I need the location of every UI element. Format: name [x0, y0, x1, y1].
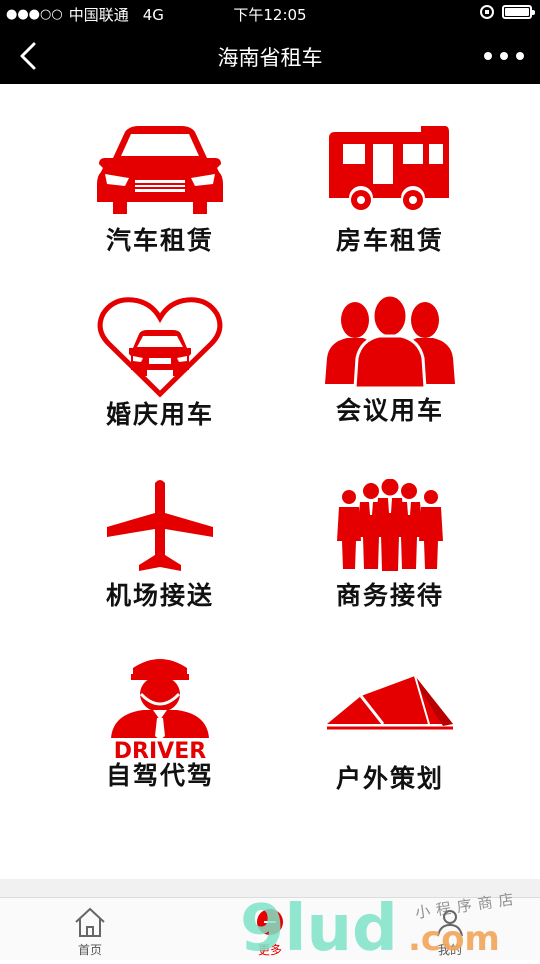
- tab-mine[interactable]: 我的: [360, 898, 540, 961]
- status-time: 下午12:05: [233, 6, 307, 24]
- tile-label: 汽车租赁: [105, 226, 214, 255]
- tab-more[interactable]: 更多: [180, 898, 360, 961]
- tile-label: 户外策划: [335, 764, 444, 793]
- battery-icon: [502, 5, 535, 19]
- tab-bar: 首页 更多 我的: [0, 897, 540, 960]
- tile-meeting-car[interactable]: 会议用车: [280, 294, 500, 444]
- tab-bar-spacer: [0, 879, 540, 897]
- tile-outdoor-planning[interactable]: 户外策划: [280, 662, 500, 812]
- rv-icon: [329, 126, 449, 210]
- dot-icon: [484, 52, 492, 60]
- business-people-icon: [337, 479, 443, 571]
- dot-icon: [500, 52, 508, 60]
- user-icon: [437, 910, 463, 937]
- driver-icon: DRIVER: [111, 659, 209, 762]
- tile-label: 婚庆用车: [105, 400, 214, 429]
- heart-car-icon: [97, 297, 223, 398]
- tile-label: 机场接送: [105, 581, 214, 610]
- tile-self-drive[interactable]: DRIVER 自驾代驾: [50, 654, 270, 804]
- airplane-icon: [107, 480, 213, 571]
- tab-label: 更多: [257, 943, 282, 957]
- car-icon: [97, 126, 223, 214]
- more-options-button[interactable]: [484, 46, 524, 66]
- tile-car-rental[interactable]: 汽车租赁: [50, 124, 270, 274]
- people-icon: [325, 294, 455, 389]
- tile-airport-transfer[interactable]: 机场接送: [50, 479, 270, 629]
- dot-icon: [516, 52, 524, 60]
- nav-bar: 海南省租车: [0, 28, 540, 84]
- status-right: [480, 5, 535, 19]
- service-grid: 汽车租赁 房车租赁 婚庆用车 会议用车 机场接送 商务接待 DRIVER 自驾代…: [0, 84, 540, 879]
- more-icon: [257, 909, 283, 935]
- tile-business-reception[interactable]: 商务接待: [280, 479, 500, 629]
- tile-rv-rental[interactable]: 房车租赁: [280, 124, 500, 274]
- status-bar: ●●●○○ 中国联通 4G 下午12:05: [0, 0, 540, 28]
- tile-wedding-car[interactable]: 婚庆用车: [50, 294, 270, 444]
- tile-label: 商务接待: [335, 581, 444, 610]
- tab-label: 首页: [77, 943, 102, 957]
- tile-label: 会议用车: [335, 396, 444, 425]
- tile-label: 房车租赁: [335, 226, 444, 255]
- rotation-lock-icon: [480, 5, 494, 19]
- home-icon: [75, 907, 105, 937]
- page-title: 海南省租车: [217, 46, 323, 70]
- tab-home[interactable]: 首页: [0, 898, 180, 961]
- tab-label: 我的: [437, 943, 462, 957]
- tent-icon: [327, 675, 453, 730]
- tile-label: 自驾代驾: [105, 761, 214, 790]
